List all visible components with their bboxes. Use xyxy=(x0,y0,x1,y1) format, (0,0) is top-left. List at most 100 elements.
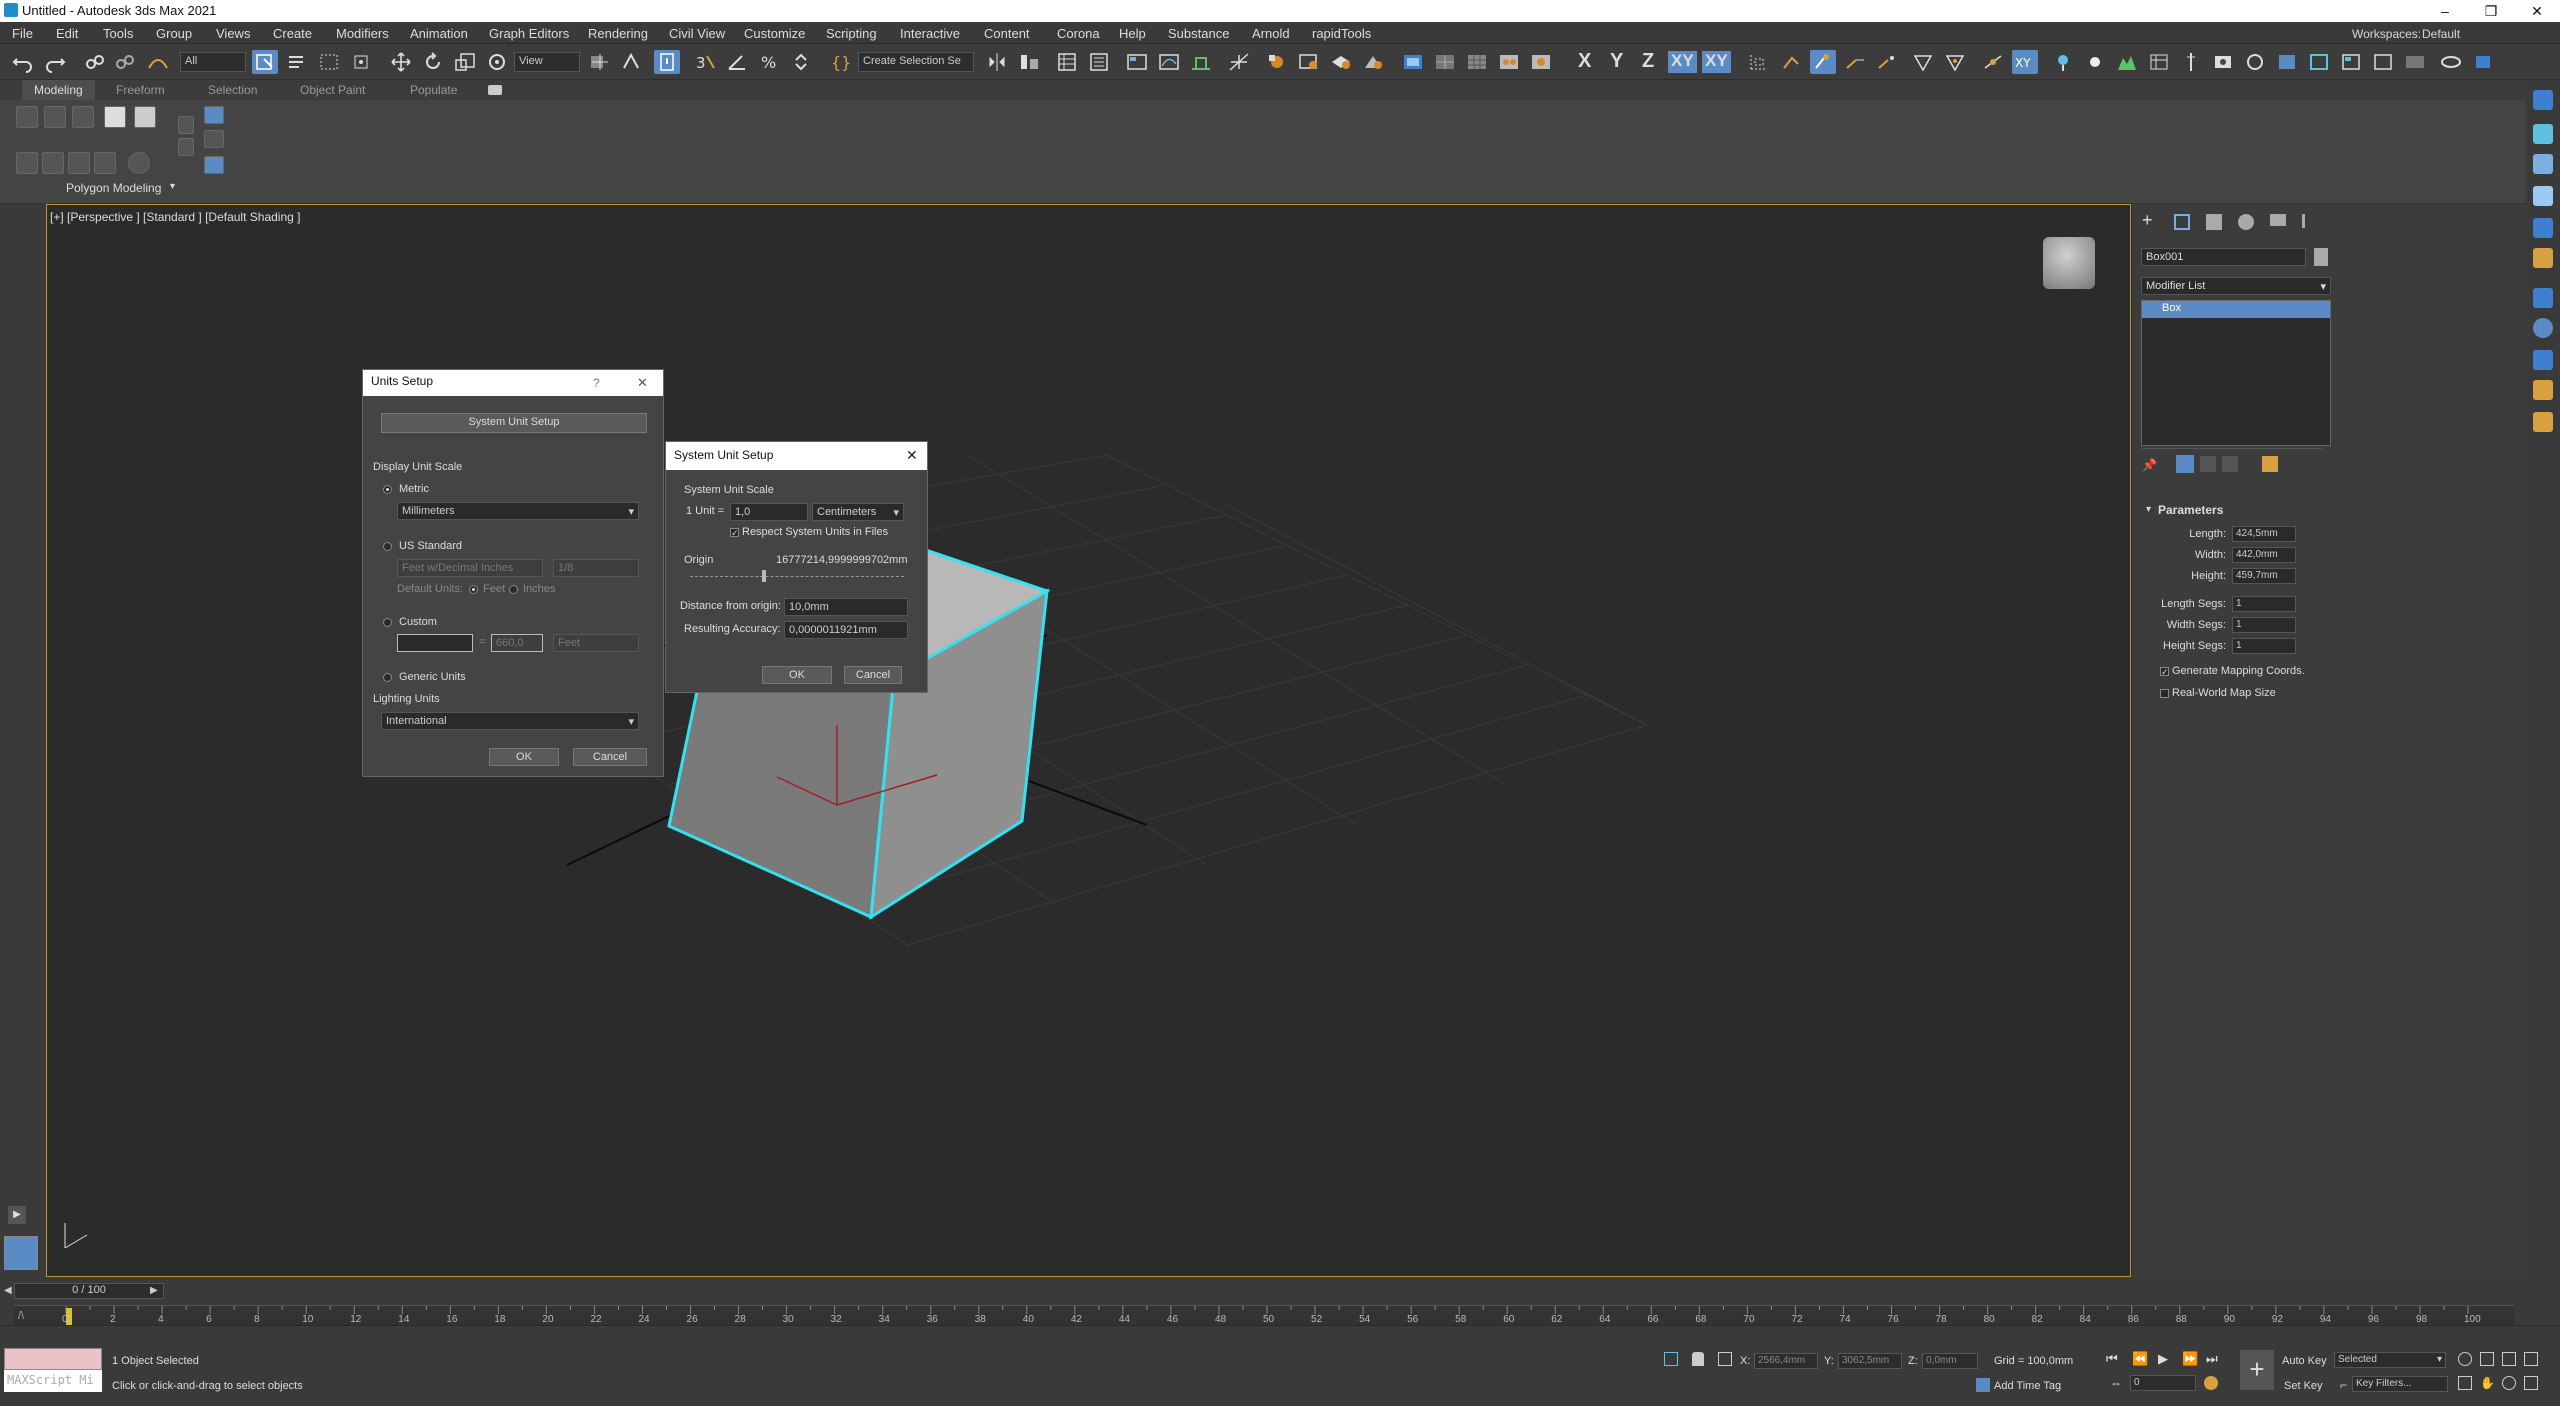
keyboard-shortcut-icon[interactable] xyxy=(654,50,680,74)
frame-buffer-icon[interactable] xyxy=(2274,50,2300,74)
viewport-layout-icon[interactable] xyxy=(2338,50,2364,74)
curve-editor-icon[interactable] xyxy=(1156,50,1182,74)
snap-edge-icon[interactable] xyxy=(1842,50,1868,74)
named-selection-dropdown[interactable]: Create Selection Se xyxy=(858,52,974,72)
render-production-icon[interactable] xyxy=(1328,50,1354,74)
ribbon-side-icon-1[interactable] xyxy=(178,116,194,134)
vertex-icon[interactable] xyxy=(16,106,38,128)
snap-magnet-icon[interactable] xyxy=(1778,50,1804,74)
percent-snap-icon[interactable]: % xyxy=(756,50,782,74)
lighting-dropdown[interactable]: International ▾ xyxy=(381,712,639,730)
menu-corona[interactable]: Corona xyxy=(1057,26,1100,41)
real-world-checkbox[interactable] xyxy=(2160,689,2169,698)
width-segs-spinner[interactable]: 1 xyxy=(2232,617,2296,633)
right-tool-icon-7[interactable] xyxy=(2533,288,2553,308)
remove-modifier-icon[interactable] xyxy=(2222,456,2238,472)
height-segs-spinner[interactable]: 1 xyxy=(2232,638,2296,654)
object-name-field[interactable]: Box001 xyxy=(2141,248,2306,266)
element-icon[interactable] xyxy=(134,106,156,128)
unit-value-field[interactable]: 1,0 xyxy=(730,503,808,521)
maximize-viewport-icon[interactable] xyxy=(2524,1376,2538,1390)
system-unit-setup-button[interactable]: System Unit Setup xyxy=(381,413,647,433)
snap-active-icon[interactable] xyxy=(1810,50,1836,74)
maxscript-listener[interactable] xyxy=(4,1348,102,1370)
light-lister-icon[interactable] xyxy=(2050,50,2076,74)
lock-icon[interactable] xyxy=(1692,1352,1704,1366)
corona-render-icon[interactable] xyxy=(1528,50,1554,74)
modify-tab-icon[interactable] xyxy=(2174,214,2190,230)
zoom-icon[interactable] xyxy=(2458,1352,2472,1366)
tab-selection[interactable]: Selection xyxy=(208,83,257,97)
tape-icon[interactable] xyxy=(2178,50,2204,74)
ribbon-side-icon-5[interactable] xyxy=(204,156,224,174)
menu-customize[interactable]: Customize xyxy=(744,26,805,41)
ref-coord-dropdown[interactable]: View xyxy=(514,52,580,72)
y-coord-field[interactable]: 3062,5mm xyxy=(1838,1353,1902,1369)
create-tab-icon[interactable]: + xyxy=(2142,211,2160,230)
region-icon[interactable] xyxy=(2306,50,2332,74)
metric-radio[interactable] xyxy=(383,485,392,494)
mirror-icon[interactable] xyxy=(984,50,1010,74)
menu-tools[interactable]: Tools xyxy=(103,26,133,41)
goto-end-icon[interactable]: ⏭ xyxy=(2206,1351,2218,1367)
system-ok-button[interactable]: OK xyxy=(762,666,832,684)
workspaces-dropdown[interactable]: Default xyxy=(2422,27,2460,41)
select-object-icon[interactable] xyxy=(252,50,278,74)
feet-radio[interactable] xyxy=(469,585,478,594)
menu-views[interactable]: Views xyxy=(216,26,250,41)
us-unit-dropdown[interactable]: Feet w/Decimal Inches xyxy=(397,559,543,577)
generic-radio[interactable] xyxy=(383,673,392,682)
polygon-modeling-dropdown[interactable]: Polygon Modeling xyxy=(66,181,161,195)
polygon-icon[interactable] xyxy=(104,106,126,128)
x-coord-field[interactable]: 2566,4mm xyxy=(1754,1353,1818,1369)
menu-create[interactable]: Create xyxy=(273,26,312,41)
gen-mapping-checkbox[interactable]: ✓ xyxy=(2160,667,2169,677)
menu-help[interactable]: Help xyxy=(1119,26,1146,41)
ribbon-toggle-icon[interactable] xyxy=(488,85,502,95)
border-icon[interactable] xyxy=(72,106,94,128)
render-setup-icon[interactable] xyxy=(1264,50,1290,74)
unit-type-dropdown[interactable]: Centimeters ▾ xyxy=(812,503,904,521)
modifier-stack[interactable] xyxy=(2141,300,2331,446)
custom-radio[interactable] xyxy=(383,618,392,627)
right-tool-icon-10[interactable] xyxy=(2533,380,2553,400)
snap-normal-icon[interactable] xyxy=(1942,50,1968,74)
right-tool-icon-1[interactable] xyxy=(2533,90,2553,110)
menu-graph-editors[interactable]: Graph Editors xyxy=(489,26,569,41)
axis-xy-cycle-button[interactable]: XY xyxy=(1702,51,1731,73)
motion-tab-icon[interactable] xyxy=(2238,214,2254,230)
rendered-frame-icon[interactable] xyxy=(1296,50,1322,74)
trackbar[interactable]: 0 2 4 6 8 10 12 14 16 18 20 22 24 26 28 30 32 34 36 38 40 42 4… xyxy=(14,1305,2514,1328)
minimize-button[interactable]: – xyxy=(2422,0,2468,22)
camera-icon[interactable] xyxy=(2210,50,2236,74)
menu-animation[interactable]: Animation xyxy=(410,26,468,41)
menu-arnold[interactable]: Arnold xyxy=(1252,26,1290,41)
ribbon-side-icon-2[interactable] xyxy=(178,138,194,156)
current-frame-field[interactable]: 0 xyxy=(2130,1375,2196,1391)
scene-explorer-icon[interactable] xyxy=(1054,50,1080,74)
us-standard-radio[interactable] xyxy=(383,542,392,551)
snaps-3d-icon[interactable]: 3 xyxy=(692,50,718,74)
menu-group[interactable]: Group xyxy=(156,26,192,41)
modifier-list-dropdown[interactable]: Modifier List ▾ xyxy=(2141,277,2331,295)
material-editor-icon[interactable] xyxy=(1226,50,1252,74)
key-filters-button[interactable]: Key Filters... xyxy=(2352,1376,2448,1392)
width-spinner[interactable]: 442,0mm xyxy=(2232,547,2296,563)
expert-mode-icon[interactable] xyxy=(2370,50,2396,74)
menu-rapidtools[interactable]: rapidTools xyxy=(1312,26,1371,41)
scale-icon[interactable] xyxy=(452,50,478,74)
next-key-icon[interactable]: ⏩ xyxy=(2182,1351,2198,1367)
snap-midpoint-icon[interactable] xyxy=(1980,50,2006,74)
render-elements-icon[interactable] xyxy=(2146,50,2172,74)
prev-key-icon[interactable]: ⏪ xyxy=(2132,1351,2148,1367)
align-icon[interactable] xyxy=(1016,50,1042,74)
restore-button[interactable]: ❐ xyxy=(2468,0,2514,22)
texture-grid-icon[interactable] xyxy=(1464,50,1490,74)
angle-snap-icon[interactable] xyxy=(724,50,750,74)
zoom-extents-icon[interactable] xyxy=(2502,1352,2516,1366)
right-tool-icon-2[interactable] xyxy=(2533,124,2553,144)
right-tool-icon-11[interactable] xyxy=(2533,412,2553,432)
tab-freeform[interactable]: Freeform xyxy=(116,83,165,97)
right-tool-icon-4[interactable] xyxy=(2533,186,2553,206)
zoom-extents-all-icon[interactable] xyxy=(2524,1352,2538,1366)
